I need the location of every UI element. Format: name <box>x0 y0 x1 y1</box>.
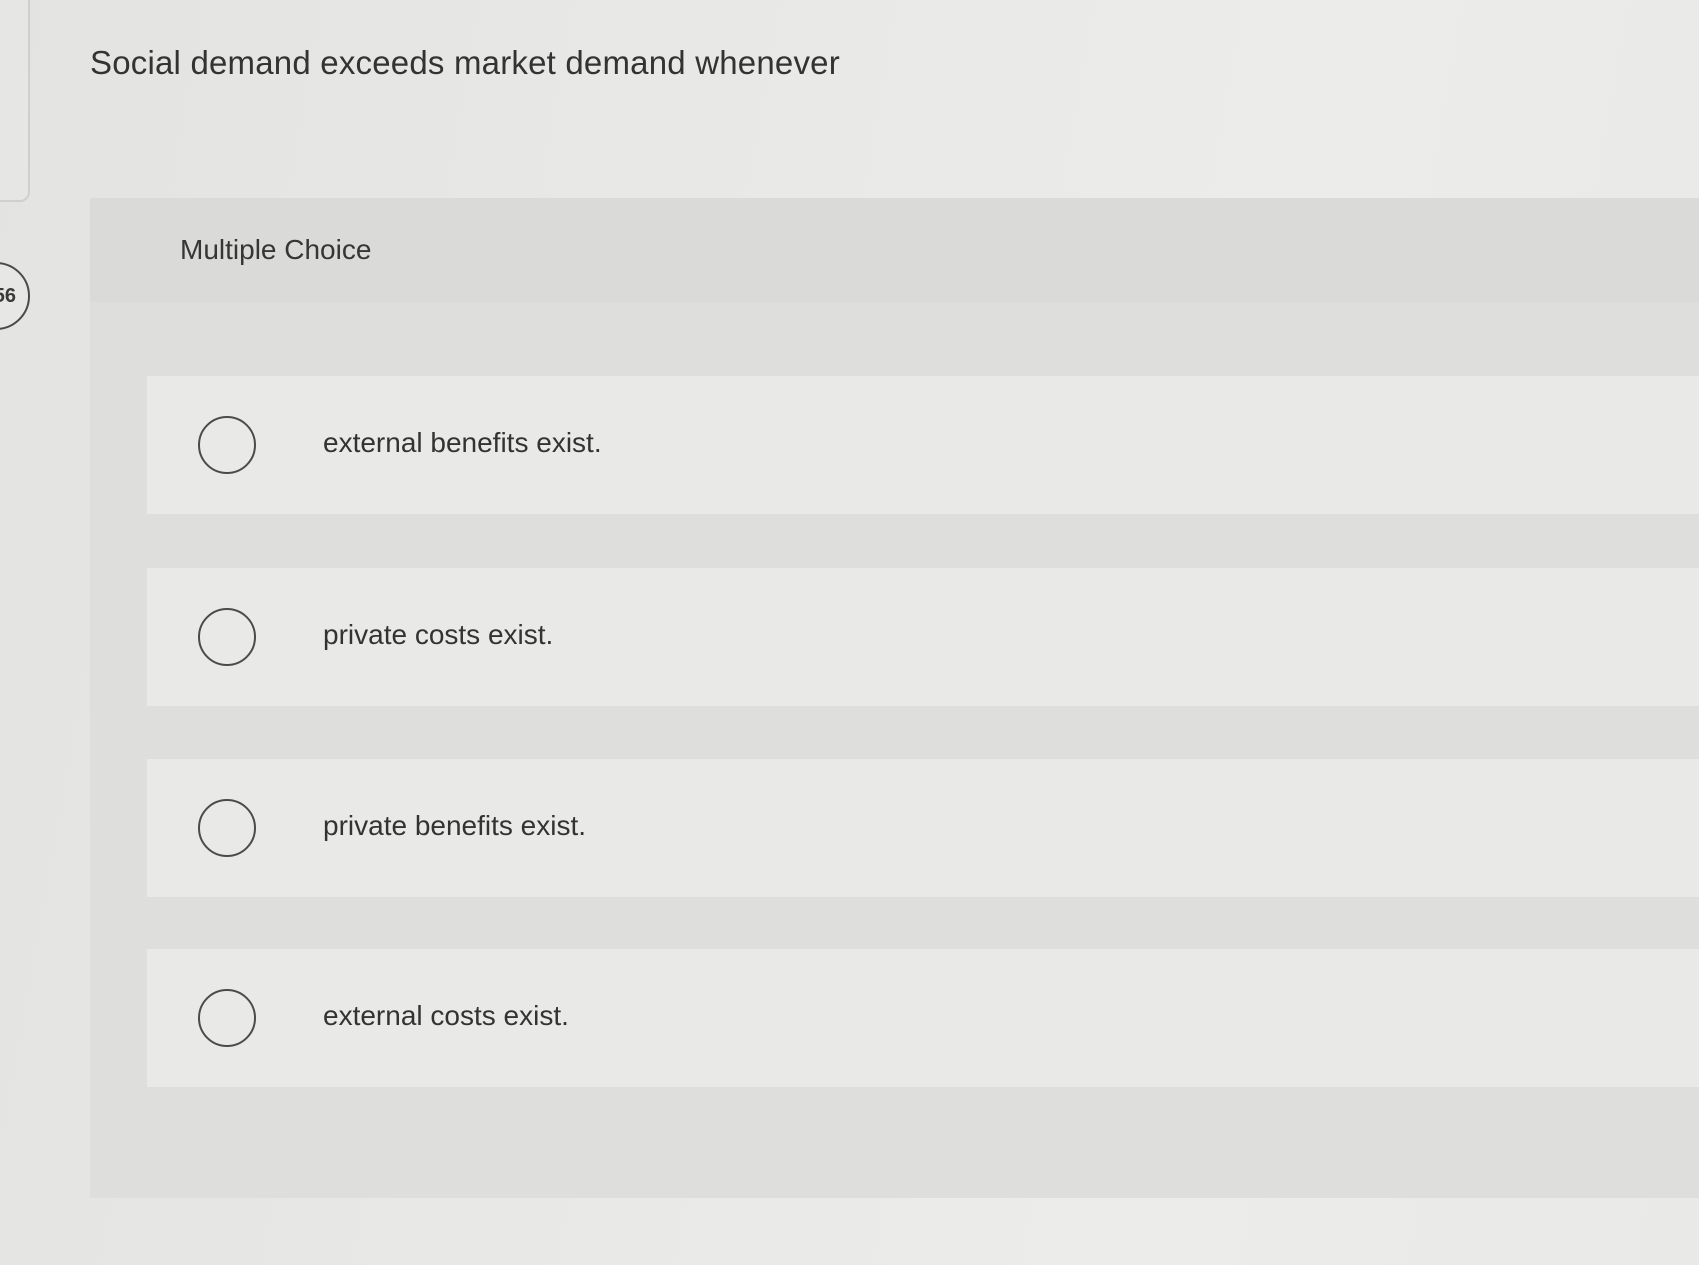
radio-button[interactable] <box>198 799 256 857</box>
answer-option-label[interactable]: external benefits exist. <box>323 427 602 459</box>
question-type-label: Multiple Choice <box>180 234 372 265</box>
answer-option-label[interactable]: external costs exist. <box>323 1000 569 1032</box>
answer-option-external-benefits[interactable]: external benefits exist. <box>147 376 1699 514</box>
answer-option-label[interactable]: private benefits exist. <box>323 810 586 842</box>
radio-button[interactable] <box>198 608 256 666</box>
question-prompt: Social demand exceeds market demand when… <box>90 44 840 81</box>
answer-panel-header: Multiple Choice <box>90 198 1699 302</box>
answer-panel: Multiple Choice external benefits exist.… <box>90 198 1699 1198</box>
answer-option-private-costs[interactable]: private costs exist. <box>147 568 1699 706</box>
answer-option-label[interactable]: private costs exist. <box>323 619 553 651</box>
left-panel-edge <box>0 0 30 202</box>
radio-button[interactable] <box>198 416 256 474</box>
radio-button[interactable] <box>198 989 256 1047</box>
question-number-badge[interactable]: 56 <box>0 262 30 330</box>
answer-option-private-benefits[interactable]: private benefits exist. <box>147 759 1699 897</box>
question-number: 56 <box>0 284 16 307</box>
answer-option-external-costs[interactable]: external costs exist. <box>147 949 1699 1087</box>
